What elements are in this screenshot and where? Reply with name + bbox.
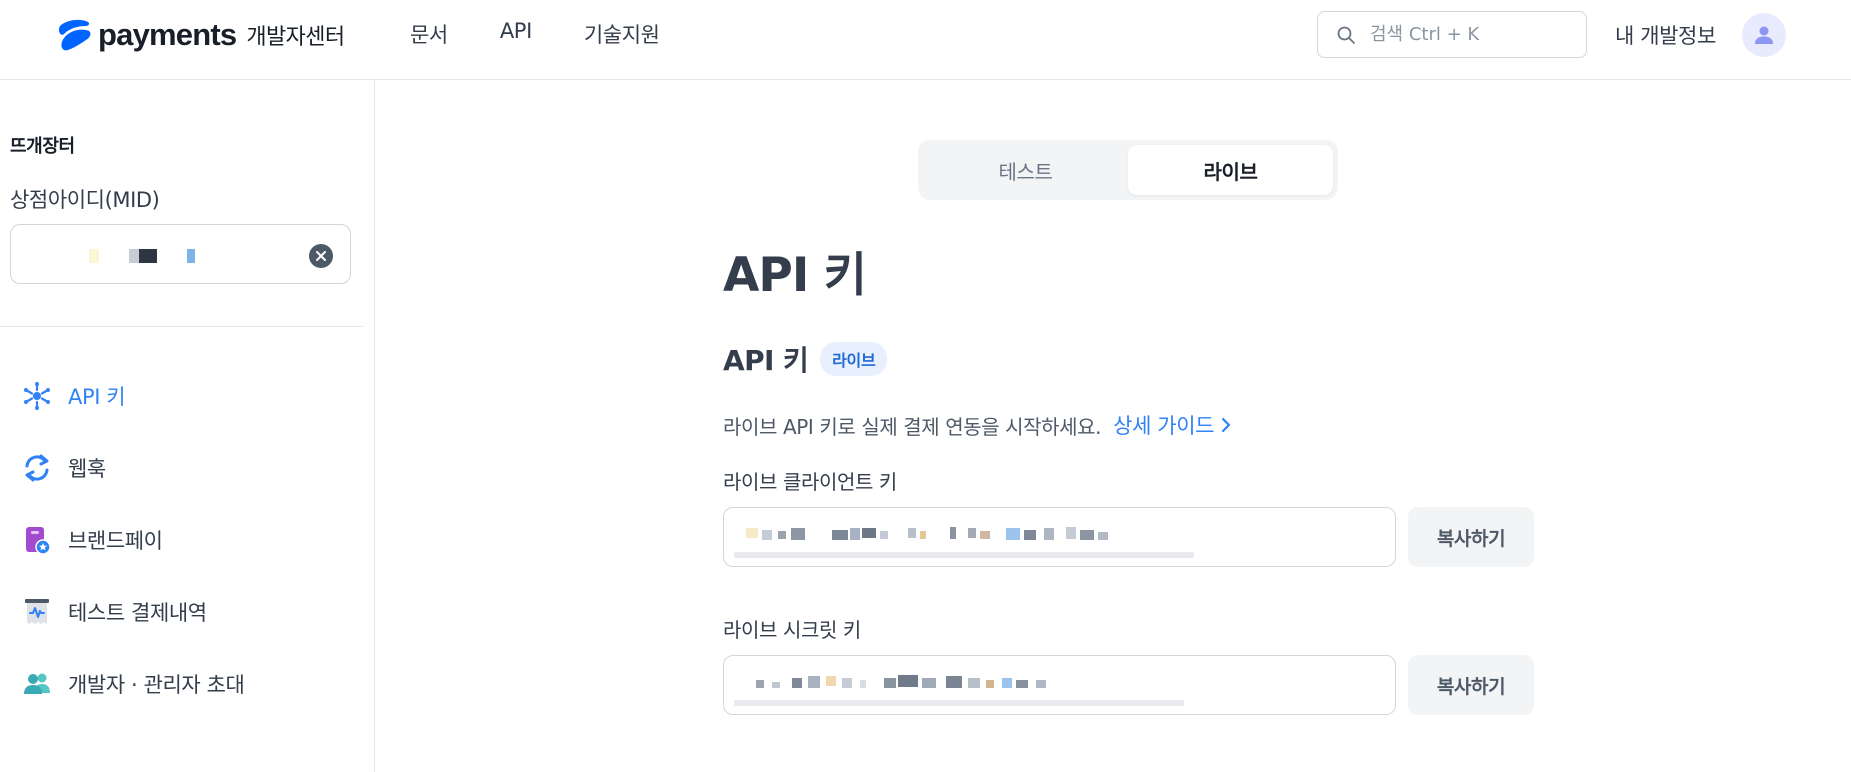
mid-label: 상점아이디(MID) [10, 188, 160, 212]
close-icon [316, 251, 326, 261]
sidebar-item-label: 개발자 · 관리자 초대 [68, 673, 245, 697]
api-key-icon [24, 382, 50, 410]
search-icon [1337, 26, 1355, 44]
test-payments-icon [25, 599, 49, 624]
top-nav: 문서 API 기술지원 [410, 19, 660, 49]
copy-client-key-button[interactable]: 복사하기 [1408, 507, 1534, 567]
search-input[interactable] [1370, 24, 1570, 45]
avatar[interactable] [1742, 13, 1786, 57]
detail-guide-link[interactable]: 상세 가이드 [1113, 410, 1232, 440]
store-name: 뜨개장터 [10, 136, 75, 157]
mid-select-field[interactable] [10, 224, 351, 284]
masked-mid-value [29, 237, 259, 273]
field-underline [734, 552, 1194, 558]
logo[interactable]: payments 개발자센터 [56, 17, 345, 52]
client-key-label: 라이브 클라이언트 키 [723, 470, 897, 494]
tab-test[interactable]: 테스트 [923, 145, 1128, 195]
search-box[interactable] [1317, 11, 1587, 58]
masked-secret-key [756, 675, 1046, 688]
sidebar-item-label: API 키 [68, 385, 126, 409]
sidebar-item-invite[interactable]: 개발자 · 관리자 초대 [22, 648, 245, 720]
secret-key-field[interactable] [723, 655, 1396, 715]
payments-logo-icon [58, 19, 91, 51]
nav-docs[interactable]: 문서 [410, 19, 448, 49]
nav-support[interactable]: 기술지원 [584, 19, 660, 49]
field-underline [734, 700, 1184, 706]
invite-users-icon [24, 673, 50, 694]
sidebar-item-test-payments[interactable]: 테스트 결제내역 [22, 576, 244, 648]
tab-live[interactable]: 라이브 [1128, 145, 1333, 195]
chevron-right-icon [1221, 417, 1231, 433]
live-badge: 라이브 [820, 342, 888, 376]
description-text: 라이브 API 키로 실제 결제 연동을 시작하세요. [723, 414, 1102, 439]
section-description: 라이브 API 키로 실제 결제 연동을 시작하세요. 상세 가이드 [723, 410, 1232, 440]
my-developer-info-link[interactable]: 내 개발정보 [1615, 20, 1716, 50]
section-title: API 키 [723, 344, 809, 377]
sidebar-divider [0, 326, 363, 327]
logo-wordmark: payments [98, 17, 237, 52]
logo-subtitle: 개발자센터 [246, 25, 345, 50]
copy-secret-key-button[interactable]: 복사하기 [1408, 655, 1534, 715]
client-key-field[interactable] [723, 507, 1396, 567]
sidebar-item-webhook[interactable]: 웹훅 [22, 432, 244, 504]
brandpay-icon [26, 527, 51, 555]
sidebar-item-label: 브랜드페이 [68, 529, 163, 553]
secret-key-label: 라이브 시크릿 키 [723, 618, 861, 642]
guide-link-label: 상세 가이드 [1113, 414, 1215, 438]
clear-mid-button[interactable] [309, 244, 333, 268]
top-bar: payments 개발자센터 문서 API 기술지원 내 개발정보 [0, 0, 1851, 80]
environment-toggle: 테스트 라이브 [918, 140, 1338, 200]
sidebar-menu: API 키 웹훅 브랜드페이 테스트 결제내역 개발자 · 관리자 초대 [22, 360, 245, 720]
masked-client-key [746, 527, 1108, 540]
sidebar-item-api-key[interactable]: API 키 [22, 360, 244, 432]
webhook-icon [25, 454, 49, 482]
sidebar: 뜨개장터 상점아이디(MID) API 키 웹훅 브랜드페이 테스트 결제내역 … [0, 80, 375, 772]
section-header: API 키 라이브 [723, 339, 888, 379]
page-title: API 키 [723, 248, 867, 303]
sidebar-item-label: 웹훅 [68, 457, 106, 481]
sidebar-item-label: 테스트 결제내역 [68, 601, 207, 625]
user-icon [1755, 26, 1773, 44]
nav-api[interactable]: API [500, 19, 532, 49]
sidebar-item-brandpay[interactable]: 브랜드페이 [22, 504, 244, 576]
